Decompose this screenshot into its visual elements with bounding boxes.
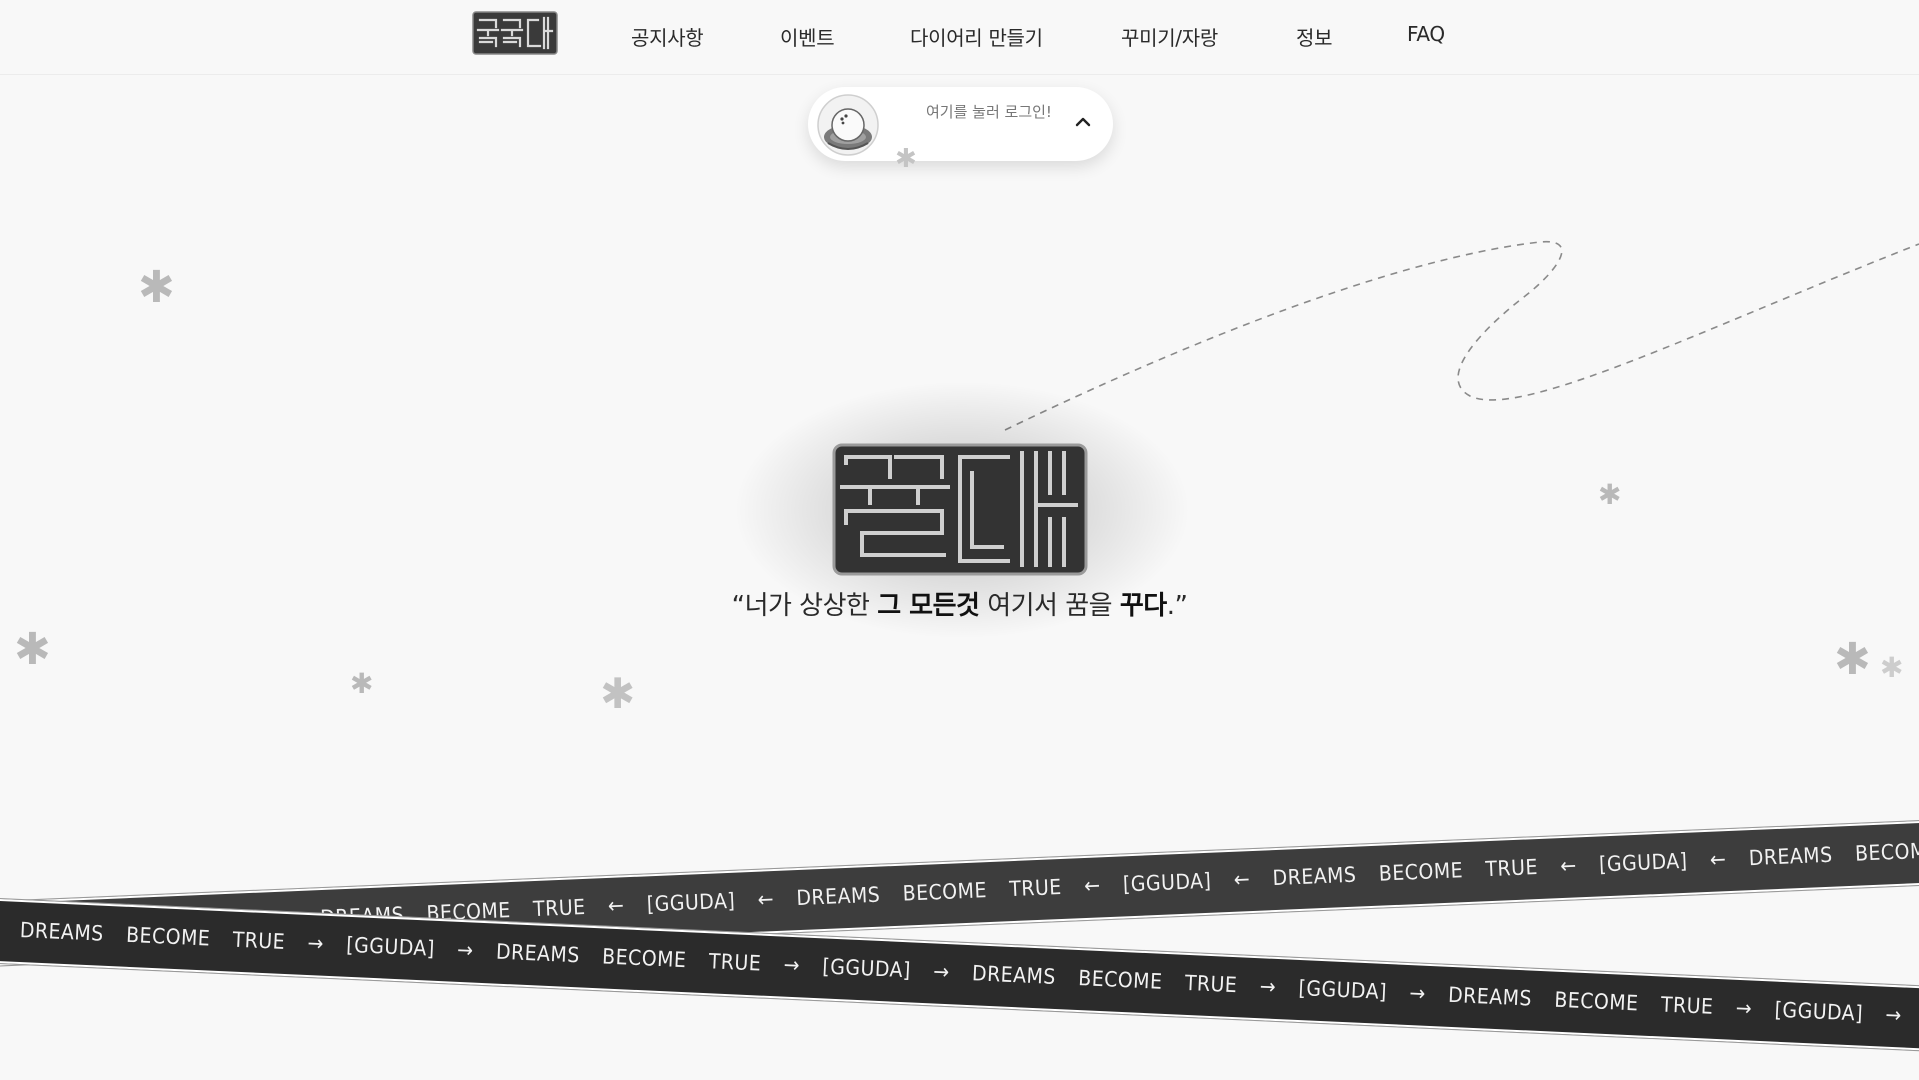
tagline-emphasis: 그 모든것 xyxy=(877,591,980,621)
star-decoration: ✱ xyxy=(14,624,51,675)
tagline-emphasis: 꾸다 xyxy=(1119,591,1167,621)
star-decoration: ✱ xyxy=(1834,634,1871,685)
star-decoration: ✱ xyxy=(1598,478,1622,511)
tagline-quote: .” xyxy=(1166,591,1188,621)
hero-tagline: “너가 상상한 그 모든것 여기서 꿈을 꾸다.” xyxy=(0,585,1919,622)
star-decoration: ✱ xyxy=(600,669,636,718)
gguda-hero-logo xyxy=(832,443,1088,576)
star-decoration: ✱ xyxy=(895,144,917,174)
tagline-text: 너가 상상한 xyxy=(744,591,878,621)
star-decoration: ✱ xyxy=(138,262,175,313)
star-decoration: ✱ xyxy=(1880,651,1904,684)
tagline-quote: “ xyxy=(731,591,745,621)
tagline-text: 여기서 꿈을 xyxy=(979,591,1120,621)
star-decoration: ✱ xyxy=(350,667,374,700)
